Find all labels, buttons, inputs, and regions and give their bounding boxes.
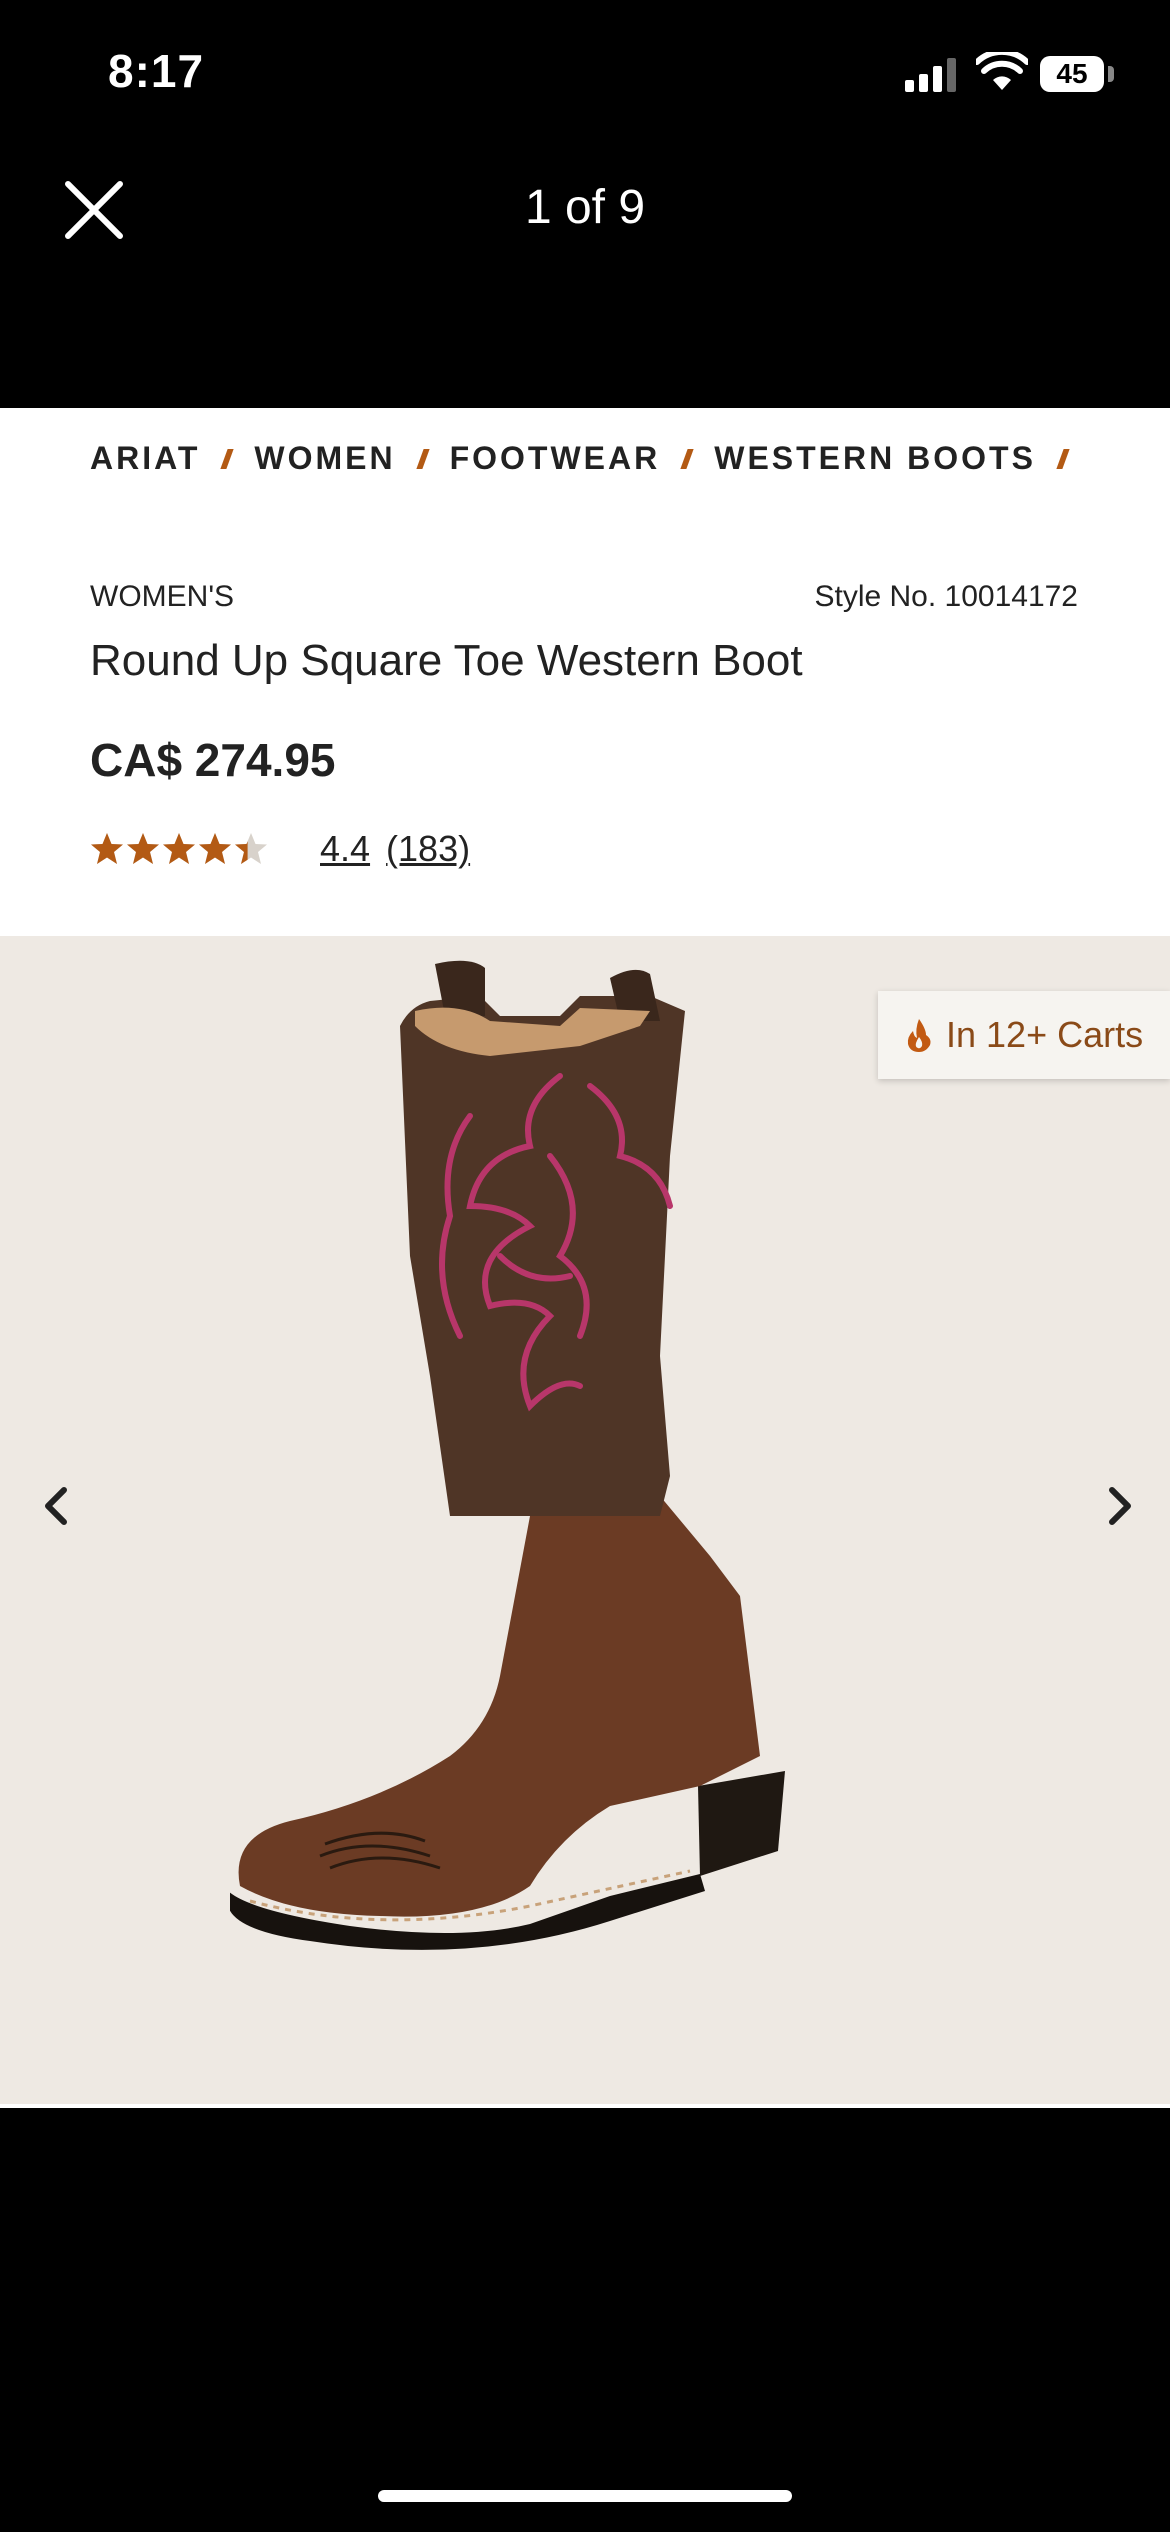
cart-popularity-badge: In 12+ Carts [878,991,1170,1079]
battery-icon: 45 [1040,56,1104,92]
status-bar: 8:17 45 [0,0,1170,150]
wifi-icon [976,52,1028,90]
breadcrumb-separator [220,448,235,469]
product-page: ARIAT WOMEN FOOTWEAR WESTERN BOOTS WOMEN… [0,408,1170,2108]
review-count-link[interactable]: (183) [386,828,470,870]
cart-badge-text: In 12+ Carts [946,1014,1144,1055]
breadcrumb: ARIAT WOMEN FOOTWEAR WESTERN BOOTS [90,440,1090,477]
signal-icon [905,58,959,92]
flame-icon [907,1019,931,1052]
breadcrumb-footwear[interactable]: FOOTWEAR [450,440,661,477]
chevron-right-icon[interactable] [1090,1476,1150,1536]
breadcrumb-separator [680,448,694,469]
breadcrumb-separator [415,448,430,469]
product-image-gallery[interactable]: In 12+ Carts [0,936,1170,2104]
rating-row: 4.4 (183) [90,828,470,870]
style-number: Style No. 10014172 [814,580,1078,613]
product-price: CA$ 274.95 [90,734,336,786]
breadcrumb-western-boots[interactable]: WESTERN BOOTS [714,440,1036,477]
home-indicator[interactable] [378,2490,792,2502]
chevron-left-icon[interactable] [26,1476,86,1536]
breadcrumb-separator [1056,448,1070,469]
product-title: Round Up Square Toe Western Boot [90,636,803,685]
image-counter: 1 of 9 [524,181,646,234]
breadcrumb-ariat[interactable]: ARIAT [90,440,200,477]
product-image-boot [230,960,785,1950]
product-category: WOMEN'S [90,580,235,613]
star-rating-icon [91,833,267,864]
breadcrumb-women[interactable]: WOMEN [254,440,395,477]
rating-value[interactable]: 4.4 [320,828,370,870]
status-time: 8:17 [108,45,205,97]
battery-tip [1108,66,1114,82]
